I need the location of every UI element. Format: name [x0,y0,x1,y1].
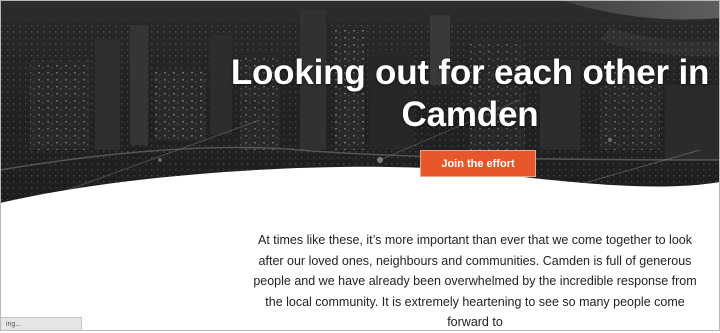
top-breadcrumb: ······ ···· ···· [16,0,63,4]
hero-title: Looking out for each other in Camden [230,53,710,134]
intro-paragraph: At times like these, it’s more important… [253,233,697,329]
browser-status-bar: ing... [0,317,82,331]
join-the-effort-button[interactable]: Join the effort [420,150,536,177]
